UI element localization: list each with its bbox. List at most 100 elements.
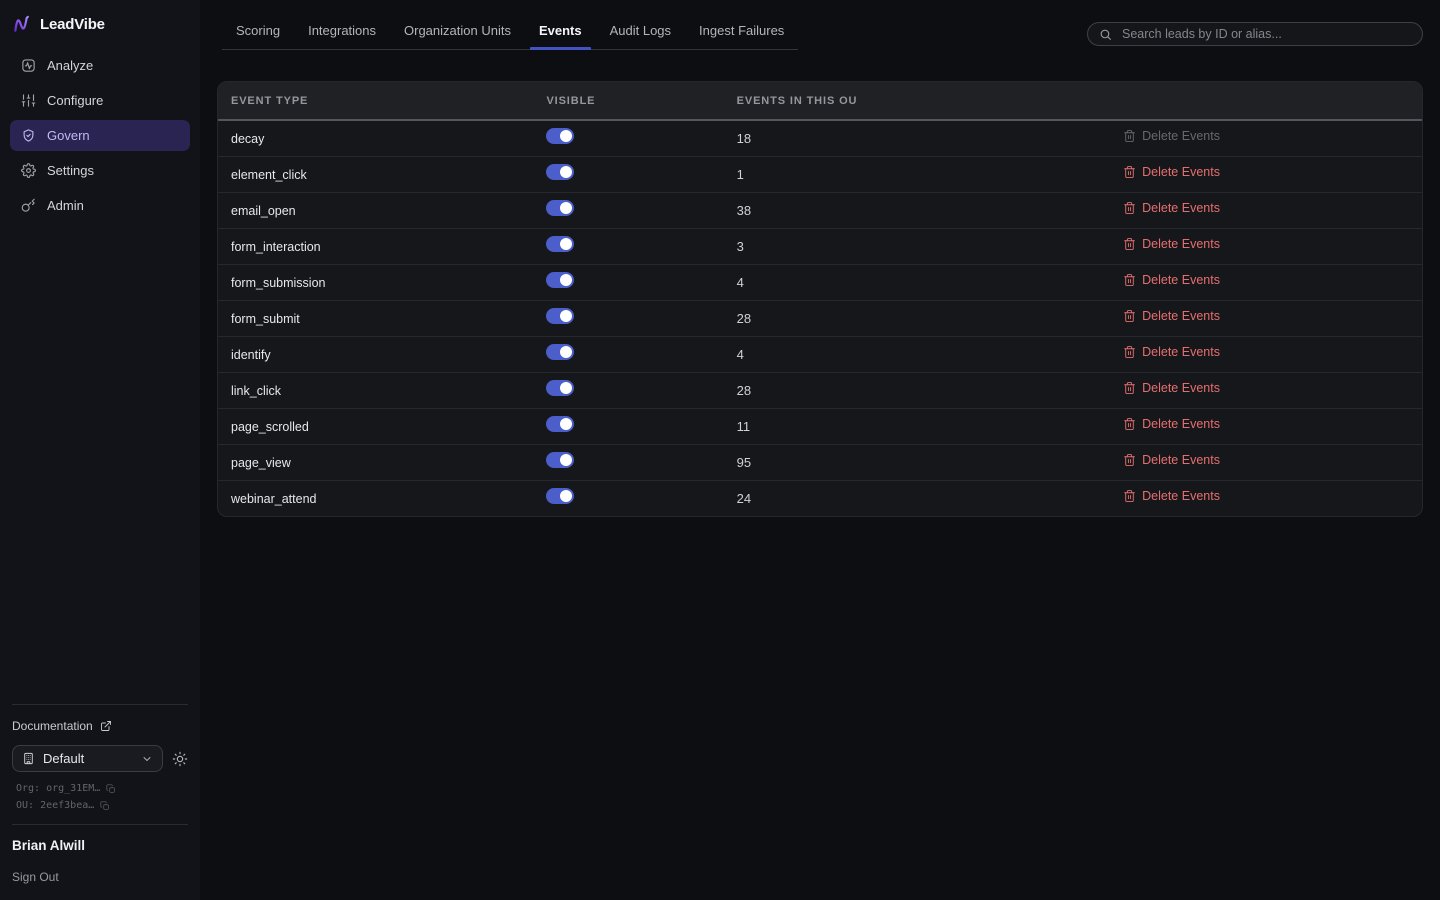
visible-toggle[interactable] xyxy=(546,164,574,180)
column-header-events-in-ou: EVENTS IN THIS OU xyxy=(724,82,1110,120)
sign-out-link[interactable]: Sign Out xyxy=(12,870,188,884)
user-name: Brian Alwill xyxy=(12,838,188,853)
trash-icon xyxy=(1123,417,1136,431)
topbar: Scoring Integrations Organization Units … xyxy=(217,0,1423,50)
trash-icon xyxy=(1123,309,1136,323)
tab-integrations[interactable]: Integrations xyxy=(294,21,390,49)
delete-events-button[interactable]: Delete Events xyxy=(1123,417,1220,431)
visible-toggle[interactable] xyxy=(546,128,574,144)
event-count: 1 xyxy=(737,167,744,182)
delete-events-label: Delete Events xyxy=(1142,417,1220,431)
sidebar-item-admin[interactable]: Admin xyxy=(10,190,190,221)
event-count: 4 xyxy=(737,347,744,362)
documentation-link[interactable]: Documentation xyxy=(12,719,188,733)
sidebar-item-label: Admin xyxy=(47,198,84,213)
visible-toggle[interactable] xyxy=(546,488,574,504)
sidebar-item-analyze[interactable]: Analyze xyxy=(10,50,190,81)
shield-check-icon xyxy=(21,128,36,143)
event-count: 4 xyxy=(737,275,744,290)
events-table-section: EVENT TYPE VISIBLE EVENTS IN THIS OU dec… xyxy=(217,81,1423,517)
event-type-label: email_open xyxy=(231,204,296,218)
trash-icon xyxy=(1123,237,1136,251)
event-count: 28 xyxy=(737,311,751,326)
sidebar-item-label: Analyze xyxy=(47,58,93,73)
events-table: EVENT TYPE VISIBLE EVENTS IN THIS OU dec… xyxy=(217,81,1423,517)
event-type-label: form_interaction xyxy=(231,240,321,254)
theme-toggle-button[interactable] xyxy=(172,751,188,767)
delete-events-button[interactable]: Delete Events xyxy=(1123,309,1220,323)
delete-events-button[interactable]: Delete Events xyxy=(1123,201,1220,215)
visible-toggle[interactable] xyxy=(546,452,574,468)
external-link-icon xyxy=(100,720,112,732)
sidebar-item-label: Settings xyxy=(47,163,94,178)
chevron-down-icon xyxy=(141,753,153,765)
visible-toggle[interactable] xyxy=(546,380,574,396)
org-id-row: Org: org_31EM… xyxy=(16,783,188,794)
app-title: LeadVibe xyxy=(40,16,105,33)
event-type-label: form_submission xyxy=(231,276,325,290)
table-row: page_scrolled 11 Delete Events xyxy=(218,409,1422,445)
table-body: decay 18 Delete Events element_click 1 xyxy=(218,120,1422,516)
table-row: form_submission 4 Delete Events xyxy=(218,265,1422,301)
activity-icon xyxy=(21,58,36,73)
app-logo: LeadVibe xyxy=(0,12,200,50)
visible-toggle[interactable] xyxy=(546,200,574,216)
tab-scoring[interactable]: Scoring xyxy=(222,21,294,49)
org-id-label: Org: org_31EM… xyxy=(16,783,100,794)
copy-icon[interactable] xyxy=(106,784,116,794)
table-row: link_click 28 Delete Events xyxy=(218,373,1422,409)
environment-select[interactable]: Default xyxy=(12,745,163,772)
delete-events-label: Delete Events xyxy=(1142,381,1220,395)
copy-icon[interactable] xyxy=(100,801,110,811)
table-row: email_open 38 Delete Events xyxy=(218,193,1422,229)
delete-events-label: Delete Events xyxy=(1142,201,1220,215)
delete-events-button[interactable]: Delete Events xyxy=(1123,381,1220,395)
delete-events-label: Delete Events xyxy=(1142,129,1220,143)
event-count: 3 xyxy=(737,239,744,254)
sidebar-item-settings[interactable]: Settings xyxy=(10,155,190,186)
tab-audit-logs[interactable]: Audit Logs xyxy=(596,21,685,49)
gear-icon xyxy=(21,163,36,178)
delete-events-label: Delete Events xyxy=(1142,165,1220,179)
visible-toggle[interactable] xyxy=(546,416,574,432)
environment-select-value: Default xyxy=(43,751,84,766)
trash-icon xyxy=(1123,201,1136,215)
sidebar-item-configure[interactable]: Configure xyxy=(10,85,190,116)
event-count: 18 xyxy=(737,131,751,146)
delete-events-label: Delete Events xyxy=(1142,345,1220,359)
search-icon xyxy=(1099,28,1112,41)
trash-icon xyxy=(1123,273,1136,287)
delete-events-button[interactable]: Delete Events xyxy=(1123,165,1220,179)
column-header-actions xyxy=(1110,82,1422,120)
delete-events-button[interactable]: Delete Events xyxy=(1123,273,1220,287)
main-content: Scoring Integrations Organization Units … xyxy=(200,0,1440,900)
event-count: 95 xyxy=(737,455,751,470)
trash-icon xyxy=(1123,453,1136,467)
building-icon xyxy=(22,752,35,765)
tab-organization-units[interactable]: Organization Units xyxy=(390,21,525,49)
delete-events-button[interactable]: Delete Events xyxy=(1123,453,1220,467)
table-row: form_submit 28 Delete Events xyxy=(218,301,1422,337)
sidebar-item-label: Govern xyxy=(47,128,90,143)
search-input[interactable] xyxy=(1120,26,1411,42)
event-type-label: element_click xyxy=(231,168,307,182)
delete-events-button[interactable]: Delete Events xyxy=(1123,345,1220,359)
visible-toggle[interactable] xyxy=(546,272,574,288)
visible-toggle[interactable] xyxy=(546,344,574,360)
visible-toggle[interactable] xyxy=(546,308,574,324)
delete-events-label: Delete Events xyxy=(1142,273,1220,287)
sidebar-item-govern[interactable]: Govern xyxy=(10,120,190,151)
tab-bar: Scoring Integrations Organization Units … xyxy=(222,21,798,50)
sidebar-footer: Documentation Default xyxy=(0,704,200,888)
tab-ingest-failures[interactable]: Ingest Failures xyxy=(685,21,798,49)
table-row: identify 4 Delete Events xyxy=(218,337,1422,373)
delete-events-button[interactable]: Delete Events xyxy=(1123,237,1220,251)
delete-events-button[interactable]: Delete Events xyxy=(1123,489,1220,503)
delete-events-button[interactable]: Delete Events xyxy=(1123,129,1220,143)
event-type-label: identify xyxy=(231,348,271,362)
delete-events-label: Delete Events xyxy=(1142,489,1220,503)
visible-toggle[interactable] xyxy=(546,236,574,252)
leadvibe-logo-icon xyxy=(12,14,32,34)
tab-events[interactable]: Events xyxy=(525,21,596,49)
table-row: decay 18 Delete Events xyxy=(218,120,1422,157)
